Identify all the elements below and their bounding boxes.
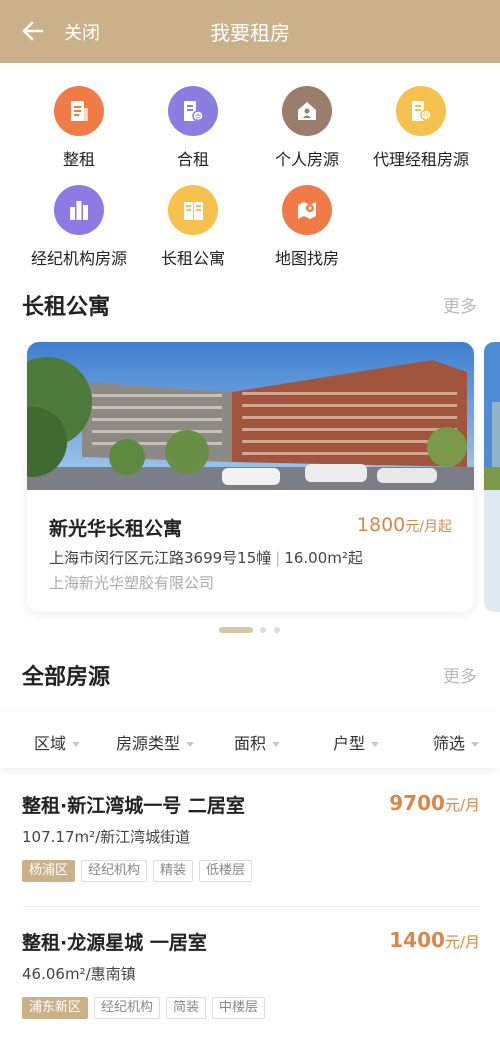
more-apartments-link[interactable]: 更多 (443, 292, 477, 317)
agent-building-icon: 代 (396, 86, 446, 136)
apartment-price: 1800元/月起 (357, 514, 452, 536)
filter-layout[interactable]: 户型 (333, 730, 380, 754)
apartment-name: 新光华长租公寓 (49, 518, 183, 540)
listing-detail: 107.17m²/新江湾城街道 (22, 828, 191, 846)
next-card-peek[interactable] (484, 342, 500, 612)
listing-item[interactable]: 整租·龙源星城 一居室 1400元/月 46.06m²/惠南镇 浦东新区 经纪机构… (22, 928, 480, 1028)
svg-text:合: 合 (195, 112, 202, 121)
category-agent[interactable]: 代 代理经租房源 (351, 86, 491, 170)
tag-region: 浦东新区 (22, 997, 89, 1019)
filter-type[interactable]: 房源类型 (116, 730, 195, 754)
carousel-dot-active (219, 627, 253, 633)
category-label: 代理经租房源 (372, 150, 469, 169)
listing-tags: 浦东新区 经纪机构 简装 中楼层 (22, 996, 271, 1019)
price-value: 1400 (389, 928, 445, 952)
section-title-apartments: 长租公寓 (22, 295, 111, 320)
more-listings-link[interactable]: 更多 (443, 662, 477, 687)
app-header: 关闭 我要租房 (0, 0, 500, 63)
apartment-icon (168, 185, 218, 235)
tag: 精装 (153, 860, 194, 882)
building-doc-icon (54, 86, 104, 136)
price-value: 1800 (356, 514, 406, 536)
caret-down-icon (72, 742, 81, 747)
carousel-dot (274, 627, 280, 633)
caret-down-icon (272, 742, 281, 747)
filter-bar: 区域 房源类型 面积 户型 筛选 (0, 712, 500, 768)
filter-area[interactable]: 面积 (234, 730, 281, 754)
filter-label: 户型 (333, 734, 366, 753)
filter-region[interactable]: 区域 (34, 730, 81, 754)
tag: 低楼层 (199, 860, 253, 882)
price-unit: 元/月 (444, 933, 480, 951)
caret-down-icon (371, 742, 380, 747)
map-pin-icon (282, 185, 332, 235)
apartment-address: 上海市闵行区元江路3699号15幢 (49, 549, 272, 567)
category-label: 地图找房 (274, 249, 339, 268)
listing-detail: 46.06m²/惠南镇 (22, 965, 136, 983)
listing-item[interactable]: 整租·新江湾城一号 二居室 9700元/月 107.17m²/新江湾城街道 杨浦… (22, 791, 480, 891)
carousel-dot (260, 627, 266, 633)
filter-label: 区域 (34, 734, 67, 753)
divider (22, 906, 480, 907)
filter-more[interactable]: 筛选 (433, 730, 480, 754)
listing-tags: 杨浦区 经纪机构 精装 低楼层 (22, 859, 258, 882)
price-value: 9700 (389, 791, 445, 815)
listing-price: 1400元/月 (389, 928, 480, 952)
price-unit: 元/月 (444, 796, 480, 814)
tag-region: 杨浦区 (22, 860, 76, 882)
apartment-photo (27, 342, 474, 490)
tag: 经纪机构 (81, 860, 148, 882)
listing-title: 整租·龙源星城 一居室 (22, 932, 207, 954)
filter-label: 面积 (234, 734, 267, 753)
separator: | (275, 549, 281, 567)
caret-down-icon (471, 742, 480, 747)
category-map-search[interactable]: 地图找房 (237, 185, 377, 269)
tag: 经纪机构 (94, 997, 161, 1019)
svg-text:代: 代 (423, 111, 430, 120)
page-title: 我要租房 (210, 21, 290, 45)
section-title-all-listings: 全部房源 (22, 665, 111, 690)
tag: 中楼层 (212, 997, 266, 1019)
caret-down-icon (186, 742, 195, 747)
apartment-company: 上海新光华塑胶有限公司 (49, 574, 215, 592)
house-icon (282, 86, 332, 136)
apartment-address-line: 上海市闵行区元江路3699号15幢 | 16.00m²起 (49, 547, 363, 568)
apartment-area: 16.00m²起 (284, 549, 363, 567)
price-unit: 元/月起 (405, 519, 452, 535)
filter-label: 房源类型 (116, 734, 181, 753)
tag: 简装 (166, 997, 207, 1019)
shared-building-icon: 合 (168, 86, 218, 136)
agency-building-icon (54, 185, 104, 235)
listing-price: 9700元/月 (389, 791, 480, 815)
listing-title: 整租·新江湾城一号 二居室 (22, 795, 245, 817)
filter-label: 筛选 (433, 734, 466, 753)
apartment-card[interactable]: 新光华长租公寓 1800元/月起 上海市闵行区元江路3699号15幢 | 16.00… (27, 342, 474, 612)
